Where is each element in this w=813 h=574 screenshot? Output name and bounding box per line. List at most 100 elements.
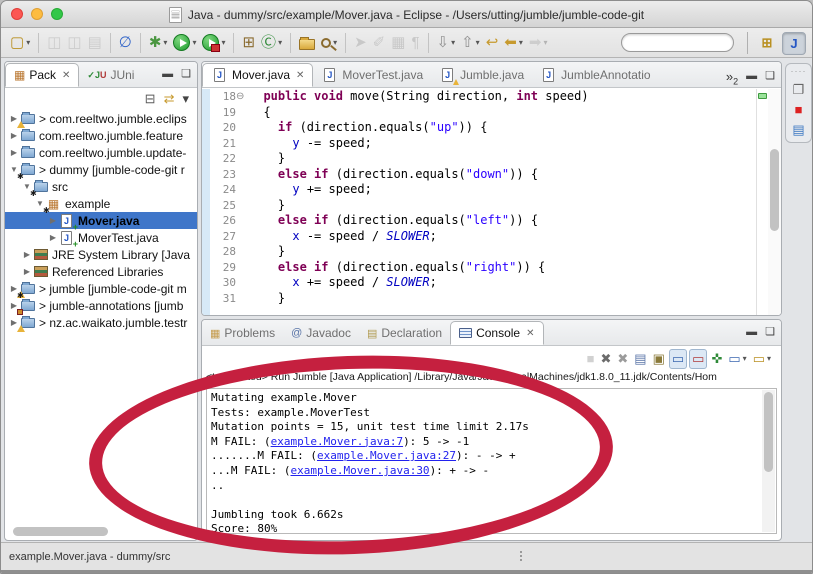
tree-item-com-reeltwo-jumble-feature[interactable]: ▶ com.reeltwo.jumble.feature	[5, 127, 197, 144]
new-wizard-button[interactable]: ▢ ▾	[8, 31, 32, 55]
view-menu-button[interactable]: ▾	[182, 91, 189, 107]
editor-tab-mover-java[interactable]: J Mover.java ✕	[202, 63, 314, 87]
last-edit-location-button[interactable]: ↩	[484, 31, 501, 55]
new-java-class-button[interactable]: Ⓒ ▾	[259, 31, 284, 55]
minimize-view-icon[interactable]: ▬	[162, 68, 173, 80]
link-with-editor-button[interactable]: ⇄	[164, 91, 175, 107]
expand-arrow-icon[interactable]: ▶	[22, 250, 32, 259]
tree-item-com-reeltwo-jumble-eclips[interactable]: ▶ > com.reeltwo.jumble.eclips	[5, 110, 197, 128]
collapse-all-button[interactable]: ⊟	[145, 91, 156, 107]
tree-item-nz-ac-waikato-jumble-testr[interactable]: ▶ > nz.ac.waikato.jumble.testr	[5, 314, 197, 332]
external-tools-button[interactable]: ▾	[200, 31, 227, 55]
skip-all-breakpoints-button[interactable]: ∅	[117, 31, 134, 55]
overview-ruler[interactable]	[756, 89, 768, 315]
scroll-lock-button[interactable]: ▣	[651, 349, 667, 369]
open-console-dropdown-arrow[interactable]: ▾	[767, 354, 771, 363]
tab-pack[interactable]: ▦ Pack ✕	[5, 63, 80, 87]
run-dropdown-arrow[interactable]: ▾	[192, 38, 196, 47]
code-line: }	[249, 290, 286, 305]
clear-console-button[interactable]: ▤	[632, 349, 648, 369]
editor-tab-jumble-java[interactable]: J Jumble.java	[431, 63, 532, 87]
previous-annotation-dropdown-arrow[interactable]: ▾	[476, 38, 480, 47]
tree-item-com-reeltwo-jumble-update[interactable]: ▶ com.reeltwo.jumble.update-	[5, 144, 197, 161]
fold-column[interactable]: ⊖	[236, 89, 249, 315]
editor-scrollbar[interactable]	[768, 89, 781, 315]
run-button[interactable]: ▾	[171, 31, 198, 55]
outline-view-icon[interactable]: ▤	[792, 123, 804, 136]
close-tab-icon[interactable]: ✕	[62, 70, 70, 81]
tab-problems[interactable]: ▦ Problems	[202, 321, 283, 345]
tree-item-dummy-jumble-code-git-r[interactable]: ▼ ✱ > dummy [jumble-code-git r	[5, 161, 197, 180]
expand-arrow-icon[interactable]: ▶	[9, 148, 19, 157]
tab-juni[interactable]: ✓JU JUni	[79, 63, 142, 87]
console-scrollbar[interactable]	[762, 390, 775, 532]
expand-arrow-icon[interactable]: ▶	[48, 233, 58, 242]
search-dropdown-arrow[interactable]: ▾	[333, 38, 337, 47]
restore-views-icon[interactable]: ❐	[793, 83, 805, 96]
horizontal-scrollbar[interactable]	[9, 527, 194, 536]
minimize-view-icon[interactable]: ▬	[746, 326, 757, 338]
tab-console[interactable]: Console ✕	[450, 321, 544, 345]
expand-arrow-icon[interactable]: ▶	[22, 267, 32, 276]
java-perspective-button[interactable]: J	[782, 31, 806, 55]
open-task-button[interactable]	[297, 31, 317, 55]
tab-javadoc[interactable]: @ Javadoc	[283, 321, 359, 345]
search-button[interactable]: ▾	[319, 31, 339, 55]
new-wizard-dropdown-arrow[interactable]: ▾	[26, 38, 30, 47]
console-output[interactable]: Mutating example.Mover Tests: example.Mov…	[206, 388, 777, 534]
code-text[interactable]: public void move(String direction, int s…	[249, 89, 756, 315]
tree-item-label: com.reeltwo.jumble.feature	[39, 128, 184, 143]
back-button[interactable]: ⬅ ▾	[502, 31, 525, 55]
tree-item-jumble-annotations-jumb[interactable]: ▶ > jumble-annotations [jumb	[5, 297, 197, 315]
tree-item-example[interactable]: ▼ ▦ ✱ example	[5, 195, 197, 215]
quick-access-input[interactable]	[621, 33, 734, 52]
jumble-view-icon[interactable]: ■	[795, 103, 803, 116]
console-hyperlink[interactable]: example.Mover.java:27	[317, 449, 456, 462]
minimize-view-icon[interactable]: ▬	[746, 70, 757, 82]
tree-item-movertest-java[interactable]: ▶ J + MoverTest.java	[5, 229, 197, 248]
previous-annotation-button[interactable]: ⇧ ▾	[459, 31, 482, 55]
next-annotation-dropdown-arrow[interactable]: ▾	[451, 38, 455, 47]
tree-item-jre-system-library-java[interactable]: ▶ JRE System Library [Java	[5, 246, 197, 263]
editor-tab-movertest-java[interactable]: J MoverTest.java	[313, 63, 431, 87]
expand-arrow-icon[interactable]: ▶	[9, 131, 19, 140]
maximize-view-icon[interactable]: ❏	[765, 325, 775, 338]
remove-launch-button[interactable]: ✖	[598, 349, 613, 369]
forward-dropdown-arrow[interactable]: ▾	[543, 38, 547, 47]
tree-item-src[interactable]: ▼ ✱ src	[5, 178, 197, 197]
display-selected-console-button[interactable]: ▭ ▾	[726, 349, 748, 369]
open-perspective-button[interactable]: ⊞	[755, 32, 779, 55]
expand-arrow-icon[interactable]: ▶	[48, 216, 58, 225]
code-editor[interactable]: 18 19 20 21 22 23 24 25 26 27 28 29 30 31 ⊖ public vo…	[202, 89, 781, 315]
console-hyperlink[interactable]: example.Mover.java:30	[290, 464, 429, 477]
editor-tab-jumbleannotatio[interactable]: J JumbleAnnotatio	[532, 63, 658, 87]
maximize-view-icon[interactable]: ❏	[765, 69, 775, 82]
show-stderr-when-changed-button[interactable]: ▭	[689, 348, 708, 369]
external-tools-dropdown-arrow[interactable]: ▾	[221, 38, 225, 47]
tree-item-jumble-jumble-code-git-m[interactable]: ▶ ✱ > jumble [jumble-code-git m	[5, 280, 197, 299]
window-title: Java - dummy/src/example/Mover.java - Ec…	[187, 7, 645, 22]
close-tab-icon[interactable]: ✕	[296, 70, 304, 81]
maximize-view-icon[interactable]: ❏	[181, 67, 191, 80]
console-hyperlink[interactable]: example.Mover.java:7	[271, 435, 403, 448]
code-line: else if (direction.equals("down")) {	[277, 166, 539, 181]
display-selected-console-dropdown-arrow[interactable]: ▾	[743, 354, 747, 363]
tab-overflow-chevron[interactable]: »2	[726, 69, 742, 87]
fold-marker[interactable]: ⊖	[236, 89, 249, 105]
pin-console-button[interactable]: ✜	[709, 349, 724, 369]
close-tab-icon[interactable]: ✕	[526, 328, 534, 339]
debug-dropdown-arrow[interactable]: ▾	[163, 38, 167, 47]
tree-item-mover-java[interactable]: ▶ J + Mover.java	[5, 212, 197, 231]
new-java-class-dropdown-arrow[interactable]: ▾	[278, 38, 282, 47]
open-console-button[interactable]: ▭ ▾	[751, 349, 773, 369]
remove-all-terminated-button[interactable]: ✖	[615, 349, 630, 369]
debug-button[interactable]: ✱ ▾	[147, 31, 170, 55]
next-annotation-button[interactable]: ⇩ ▾	[435, 31, 458, 55]
show-stdout-when-changed-button[interactable]: ▭	[668, 348, 688, 369]
tab-declaration[interactable]: ▤ Declaration	[359, 321, 450, 345]
back-dropdown-arrow[interactable]: ▾	[519, 38, 523, 47]
new-java-project-button[interactable]: ⊞	[240, 31, 257, 55]
tree-item-referenced-libraries[interactable]: ▶ Referenced Libraries	[5, 263, 197, 280]
drag-handle[interactable]: ····	[791, 66, 807, 76]
titlebar[interactable]: Java - dummy/src/example/Mover.java - Ec…	[1, 1, 812, 28]
